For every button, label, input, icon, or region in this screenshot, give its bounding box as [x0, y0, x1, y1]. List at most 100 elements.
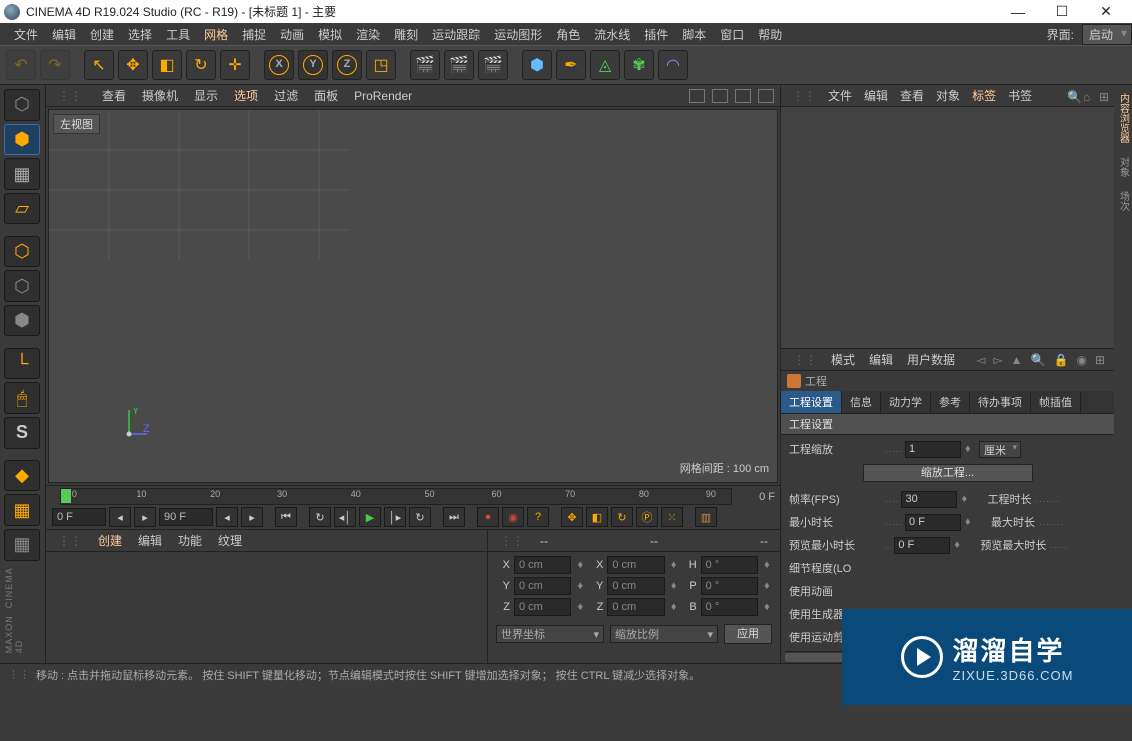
key-pla-button[interactable]: ⁙ [661, 507, 683, 527]
menu-snap[interactable]: 捕捉 [236, 24, 272, 45]
attr-userdata[interactable]: 用户数据 [901, 350, 961, 369]
workplane2-button[interactable]: ◆ [4, 460, 40, 492]
pos-y-input[interactable]: 0 cm [514, 577, 571, 595]
home-icon[interactable]: ⌂ [1078, 89, 1092, 103]
render-settings-button[interactable]: 🎬 [478, 50, 508, 80]
select-tool[interactable]: ↖ [84, 50, 114, 80]
redo-button[interactable]: ↷ [40, 50, 70, 80]
om-file[interactable]: 文件 [823, 86, 857, 105]
axis-l-button[interactable]: └ [4, 348, 40, 380]
menu-plugins[interactable]: 插件 [638, 24, 674, 45]
vp-cameras[interactable]: 摄像机 [136, 86, 184, 105]
menu-tools[interactable]: 工具 [160, 24, 196, 45]
attr-mode[interactable]: 模式 [825, 350, 861, 369]
lasttool-button[interactable]: ✛ [220, 50, 250, 80]
attr-edit[interactable]: 编辑 [863, 350, 899, 369]
maximize-button[interactable]: ☐ [1040, 0, 1084, 23]
menu-window[interactable]: 窗口 [714, 24, 750, 45]
nav-back-icon[interactable]: ◅ [973, 353, 988, 367]
tab-info[interactable]: 信息 [842, 391, 881, 413]
frame-end-next[interactable]: ▸ [241, 507, 263, 527]
rot-b-input[interactable]: 0 ° [701, 598, 758, 616]
edges-mode-button[interactable]: ⬡ [4, 270, 40, 302]
keyhelp-button[interactable]: ? [527, 507, 549, 527]
key-scale-button[interactable]: ◧ [586, 507, 608, 527]
scale-input[interactable]: 1 [905, 441, 961, 458]
cube-primitive-button[interactable]: ⬢ [522, 50, 552, 80]
nurbs-button[interactable]: ◬ [590, 50, 620, 80]
goto-end-button[interactable]: ⏭ [443, 507, 465, 527]
search-icon[interactable]: 🔍 [1028, 353, 1049, 367]
om-view[interactable]: 查看 [895, 86, 929, 105]
menu-mograph[interactable]: 运动图形 [488, 24, 548, 45]
next-key-button[interactable]: │▸ [384, 507, 406, 527]
snap-s-button[interactable]: S [4, 417, 40, 449]
vp-nav2-icon[interactable] [712, 89, 728, 103]
forward-button[interactable]: ↻ [409, 507, 431, 527]
coord-mode-select[interactable]: 世界坐标▾ [496, 625, 604, 643]
lock-plane-button[interactable]: ▦ [4, 494, 40, 526]
vp-nav3-icon[interactable] [735, 89, 751, 103]
menu-pipeline[interactable]: 流水线 [588, 24, 636, 45]
menu-edit[interactable]: 编辑 [46, 24, 82, 45]
om-edit[interactable]: 编辑 [859, 86, 893, 105]
menu-tracker[interactable]: 运动跟踪 [426, 24, 486, 45]
key-pos-button[interactable]: ✥ [561, 507, 583, 527]
menu-render[interactable]: 渲染 [350, 24, 386, 45]
om-bookmarks[interactable]: 书签 [1003, 86, 1037, 105]
om-tags[interactable]: 标签 [967, 86, 1001, 105]
side-tab-content[interactable]: 内容浏览器 [1116, 89, 1131, 147]
om-objects[interactable]: 对象 [931, 86, 965, 105]
render-view-button[interactable]: 🎬 [410, 50, 440, 80]
close-button[interactable]: ✕ [1084, 0, 1128, 23]
playhead[interactable] [61, 489, 71, 503]
record-button[interactable]: ● [477, 507, 499, 527]
scale-tool[interactable]: ◧ [152, 50, 182, 80]
size-y-input[interactable]: 0 cm [607, 577, 664, 595]
menu-select[interactable]: 选择 [122, 24, 158, 45]
vp-prorender[interactable]: ProRender [348, 88, 418, 104]
vp-options[interactable]: 选项 [228, 86, 264, 105]
key-param-button[interactable]: Ⓟ [636, 507, 658, 527]
grip-icon[interactable]: ⋮⋮ [494, 533, 530, 549]
goto-start-button[interactable]: ⏮ [275, 507, 297, 527]
y-axis-toggle[interactable]: Y [298, 50, 328, 80]
vp-filter[interactable]: 过滤 [268, 86, 304, 105]
loop-button[interactable]: ↻ [309, 507, 331, 527]
menu-help[interactable]: 帮助 [752, 24, 788, 45]
pos-x-input[interactable]: 0 cm [514, 556, 571, 574]
tab-interp[interactable]: 帧插值 [1031, 391, 1081, 413]
grip-icon[interactable]: ⋮⋮ [787, 352, 823, 368]
generator-button[interactable]: ✾ [624, 50, 654, 80]
pos-z-input[interactable]: 0 cm [514, 598, 571, 616]
new-icon[interactable]: ◉ [1073, 353, 1089, 367]
side-tab-objects[interactable]: 对象 [1116, 153, 1131, 181]
vp-nav1-icon[interactable] [689, 89, 705, 103]
vp-nav4-icon[interactable] [758, 89, 774, 103]
mat-tex[interactable]: 纹理 [212, 531, 248, 550]
menu-script[interactable]: 脚本 [676, 24, 712, 45]
grip-icon[interactable]: ⋮⋮ [52, 533, 88, 549]
pen-tool-button[interactable]: ✒ [556, 50, 586, 80]
search-icon[interactable]: 🔍 [1062, 89, 1076, 103]
grip-icon[interactable]: ⋮⋮ [787, 88, 821, 104]
prev-key-button[interactable]: ◂│ [334, 507, 356, 527]
texture-mode-button[interactable]: ▦ [4, 158, 40, 190]
expand-icon[interactable]: ⊞ [1094, 89, 1108, 103]
nav-fwd-icon[interactable]: ▻ [990, 353, 1005, 367]
apply-button[interactable]: 应用 [724, 624, 772, 644]
pmin-input[interactable]: 0 F [894, 537, 950, 554]
rot-h-input[interactable]: 0 ° [701, 556, 758, 574]
frame-start-next[interactable]: ▸ [134, 507, 156, 527]
menu-file[interactable]: 文件 [8, 24, 44, 45]
fps-input[interactable]: 30 [901, 491, 957, 508]
tab-todo[interactable]: 待办事项 [970, 391, 1031, 413]
menu-create[interactable]: 创建 [84, 24, 120, 45]
render-pv-button[interactable]: 🎬 [444, 50, 474, 80]
frame-end-prev[interactable]: ◂ [216, 507, 238, 527]
planar-button[interactable]: ▦ [4, 529, 40, 561]
lock-icon[interactable]: 🔒 [1051, 353, 1072, 367]
expand-icon[interactable]: ⊞ [1092, 353, 1108, 367]
menu-sculpt[interactable]: 雕刻 [388, 24, 424, 45]
menu-animate[interactable]: 动画 [274, 24, 310, 45]
